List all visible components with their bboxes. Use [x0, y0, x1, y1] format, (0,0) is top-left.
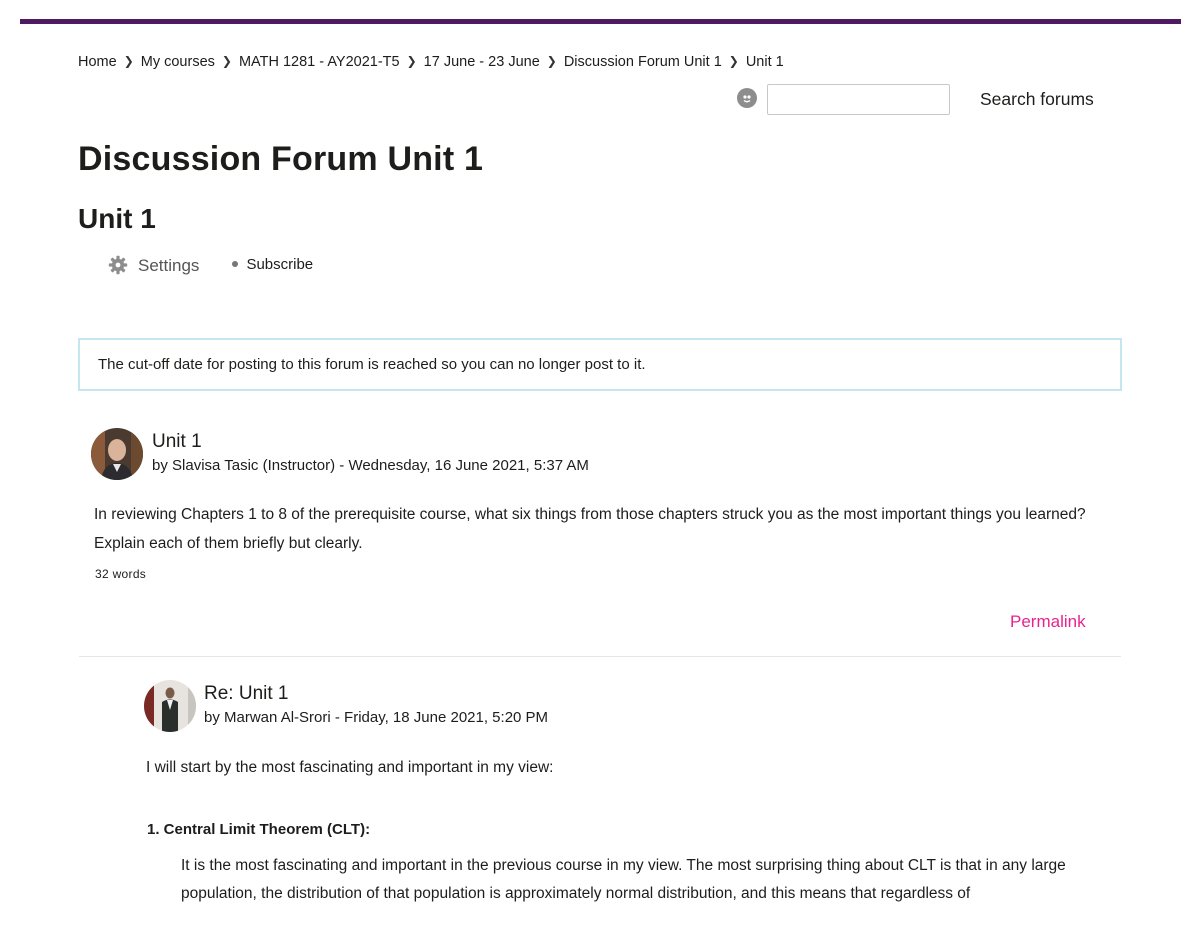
breadcrumb-course[interactable]: MATH 1281 - AY2021-T5	[239, 54, 400, 70]
post-header: Unit 1 by Slavisa Tasic (Instructor) - W…	[91, 428, 1121, 480]
permalink-link[interactable]: Permalink	[1010, 612, 1086, 632]
breadcrumb-home[interactable]: Home	[78, 54, 117, 70]
chevron-right-icon: ❯	[728, 54, 739, 68]
bullet-icon	[232, 261, 239, 267]
breadcrumb: Home ❯ My courses ❯ MATH 1281 - AY2021-T…	[78, 54, 784, 70]
cutoff-notice: The cut-off date for posting to this for…	[78, 338, 1122, 391]
post-meta: Unit 1 by Slavisa Tasic (Instructor) - W…	[152, 428, 589, 474]
subscribe-label: Subscribe	[246, 255, 314, 273]
reply-title: Re: Unit 1	[204, 683, 289, 704]
brand-top-bar	[20, 19, 1181, 24]
cutoff-notice-text: The cut-off date for posting to this for…	[98, 356, 646, 373]
subscribe-link[interactable]: Subscribe	[232, 256, 313, 273]
reply-meta: Re: Unit 1 by Marwan Al-Srori - Friday, …	[204, 680, 548, 726]
chevron-right-icon: ❯	[546, 54, 557, 68]
chevron-right-icon: ❯	[406, 54, 417, 68]
settings-menu-button[interactable]: Settings	[138, 256, 199, 276]
breadcrumb-week[interactable]: 17 June - 23 June	[424, 54, 540, 70]
reply-intro: I will start by the most fascinating and…	[146, 759, 554, 776]
reply-section-heading: 1. Central Limit Theorem (CLT):	[147, 821, 371, 838]
page-title: Discussion Forum Unit 1	[78, 140, 484, 178]
breadcrumb-my-courses[interactable]: My courses	[141, 54, 215, 70]
chevron-right-icon: ❯	[123, 54, 134, 68]
post-title: Unit 1	[152, 431, 202, 452]
discussion-actions: Settings Subscribe	[108, 255, 313, 277]
post-body: In reviewing Chapters 1 to 8 of the prer…	[94, 506, 1086, 552]
post-byline: by Slavisa Tasic (Instructor) - Wednesda…	[152, 457, 589, 474]
post-divider	[79, 656, 1121, 657]
reply-byline: by Marwan Al-Srori - Friday, 18 June 202…	[204, 709, 549, 726]
chevron-right-icon: ❯	[221, 54, 232, 68]
breadcrumb-forum[interactable]: Discussion Forum Unit 1	[564, 54, 722, 70]
gear-icon[interactable]	[108, 255, 130, 277]
help-icon[interactable]	[737, 88, 757, 108]
forum-reply: Re: Unit 1 by Marwan Al-Srori - Friday, …	[144, 680, 1114, 908]
breadcrumb-current: Unit 1	[745, 54, 784, 70]
reply-header: Re: Unit 1 by Marwan Al-Srori - Friday, …	[144, 680, 1114, 732]
discussion-title: Unit 1	[78, 203, 156, 234]
reply-paragraph: It is the most fascinating and important…	[181, 857, 1066, 902]
search-forums-button[interactable]: Search forums	[980, 89, 1094, 110]
avatar[interactable]	[91, 428, 143, 480]
word-count: 32 words	[95, 567, 147, 581]
search-forums-form: Search forums	[737, 84, 1094, 115]
forum-post: Unit 1 by Slavisa Tasic (Instructor) - W…	[91, 428, 1121, 581]
avatar[interactable]	[144, 680, 196, 732]
search-input[interactable]	[767, 84, 950, 115]
